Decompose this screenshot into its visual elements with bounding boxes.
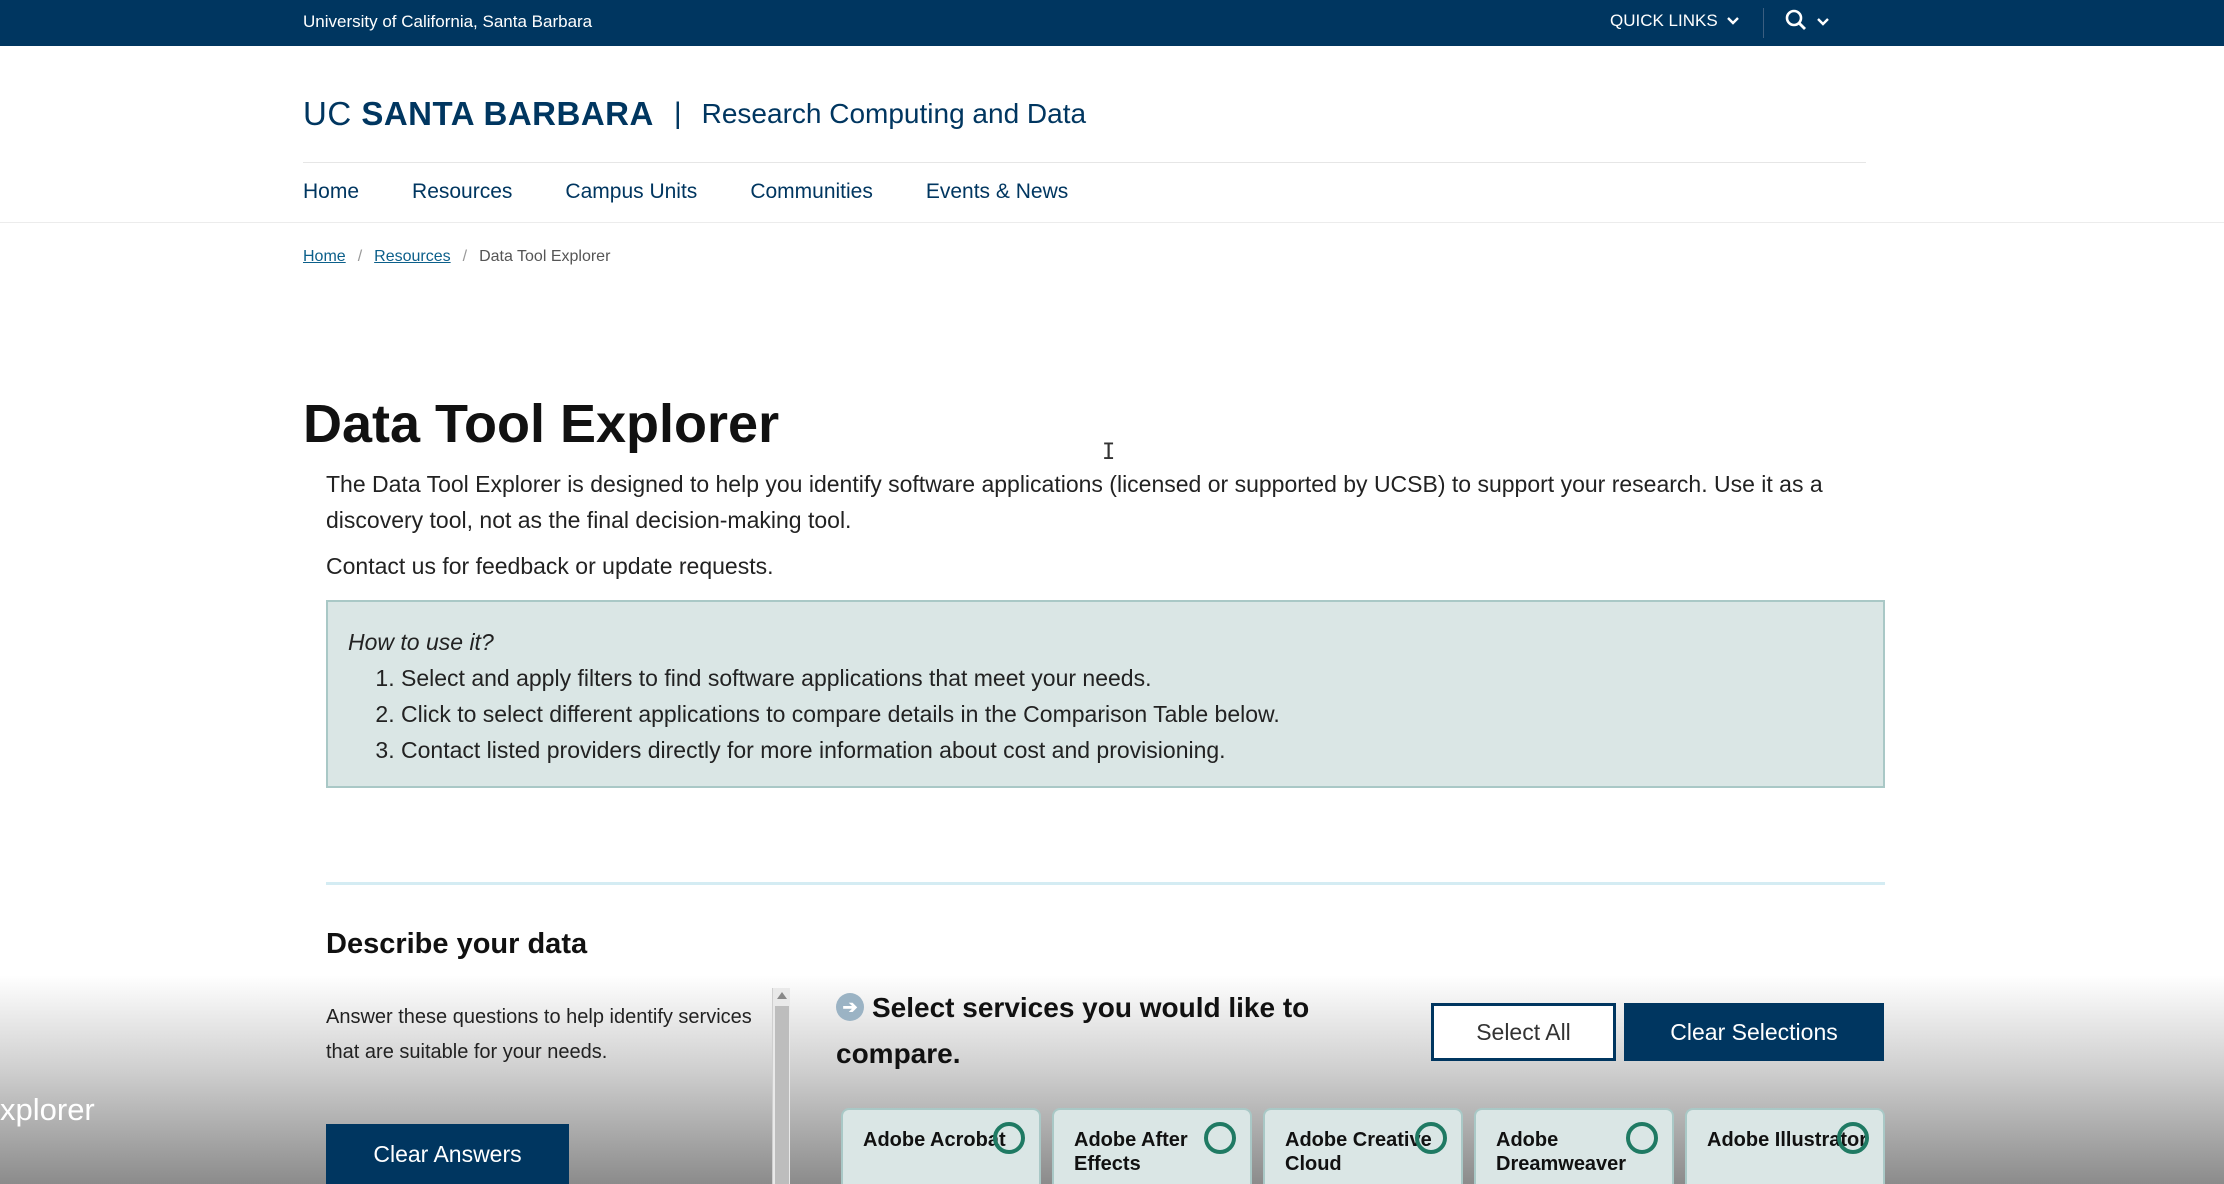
section-divider bbox=[326, 882, 1885, 885]
nav-item-campus-units[interactable]: Campus Units bbox=[565, 180, 697, 204]
service-card-adobe-after-effects[interactable]: Adobe After Effects bbox=[1052, 1108, 1252, 1184]
university-label: University of California, Santa Barbara bbox=[303, 12, 593, 31]
breadcrumb-separator: / bbox=[357, 248, 363, 265]
search-icon bbox=[1784, 8, 1808, 37]
breadcrumb-separator: / bbox=[462, 248, 468, 265]
nav-divider bbox=[0, 222, 2224, 223]
how-to-box: How to use it? Select and apply filters … bbox=[326, 600, 1885, 788]
topbar-divider bbox=[1763, 8, 1764, 38]
breadcrumb-home[interactable]: Home bbox=[303, 248, 346, 266]
nav-item-events-news[interactable]: Events & News bbox=[926, 180, 1068, 204]
quick-links-dropdown[interactable]: QUICK LINKS bbox=[1610, 11, 1740, 31]
nav-item-resources[interactable]: Resources bbox=[412, 180, 512, 204]
select-circle-icon bbox=[1415, 1122, 1447, 1154]
scroll-up-icon[interactable] bbox=[777, 992, 787, 999]
breadcrumb-current: Data Tool Explorer bbox=[479, 248, 611, 265]
chevron-down-icon bbox=[1816, 14, 1830, 32]
service-card-adobe-dreamweaver[interactable]: Adobe Dreamweaver bbox=[1474, 1108, 1674, 1184]
intro-text: The Data Tool Explorer is designed to he… bbox=[326, 471, 1823, 533]
describe-data-heading: Describe your data bbox=[326, 928, 588, 960]
main-nav: Home Resources Campus Units Communities … bbox=[303, 180, 1068, 204]
header-divider bbox=[303, 162, 1866, 163]
list-item: Click to select different applications t… bbox=[401, 696, 1863, 732]
service-card-adobe-acrobat[interactable]: Adobe Acrobat bbox=[841, 1108, 1041, 1184]
page-title: Data Tool Explorer bbox=[303, 394, 780, 454]
service-card-label: Adobe Creative Cloud bbox=[1285, 1129, 1432, 1175]
contact-text: Contact us for feedback or update reques… bbox=[326, 553, 774, 579]
select-circle-icon bbox=[993, 1122, 1025, 1154]
ucsb-wordmark: UC SANTA BARBARA bbox=[303, 95, 654, 132]
service-card-label: Adobe Dreamweaver bbox=[1496, 1129, 1627, 1175]
top-bar: University of California, Santa Barbara … bbox=[0, 0, 2224, 46]
search-toggle[interactable] bbox=[1784, 8, 1830, 37]
select-all-button[interactable]: Select All bbox=[1431, 1003, 1616, 1061]
select-circle-icon bbox=[1204, 1122, 1236, 1154]
nav-item-home[interactable]: Home bbox=[303, 180, 359, 204]
clear-selections-button[interactable]: Clear Selections bbox=[1624, 1003, 1884, 1061]
select-circle-icon bbox=[1626, 1122, 1658, 1154]
clear-answers-button[interactable]: Clear Answers bbox=[326, 1124, 569, 1184]
brand-separator: | bbox=[673, 97, 682, 130]
nav-item-communities[interactable]: Communities bbox=[750, 180, 873, 204]
unit-name: Research Computing and Data bbox=[701, 98, 1087, 129]
list-item: Contact listed providers directly for mo… bbox=[401, 732, 1863, 768]
questions-scrollbar[interactable] bbox=[772, 988, 790, 1184]
text-cursor-icon: I bbox=[1102, 440, 1116, 465]
service-card-label: Adobe Acrobat bbox=[863, 1129, 1006, 1151]
arrow-right-icon: ➔ bbox=[836, 993, 864, 1021]
select-circle-icon bbox=[1837, 1122, 1869, 1154]
quick-links-label: QUICK LINKS bbox=[1610, 11, 1718, 30]
how-to-steps: Select and apply filters to find softwar… bbox=[401, 660, 1863, 768]
breadcrumb-resources[interactable]: Resources bbox=[374, 248, 450, 266]
describe-help-text: Answer these questions to help identify … bbox=[326, 1006, 752, 1063]
service-card-adobe-creative-cloud[interactable]: Adobe Creative Cloud bbox=[1263, 1108, 1463, 1184]
site-brand[interactable]: UC SANTA BARBARA | Research Computing an… bbox=[303, 95, 1086, 133]
video-caption: xplorer bbox=[0, 1092, 95, 1127]
list-item: Select and apply filters to find softwar… bbox=[401, 660, 1863, 696]
scroll-thumb[interactable] bbox=[775, 1006, 789, 1184]
select-services-heading: ➔ Select services you would like to compa… bbox=[836, 992, 1310, 1069]
breadcrumb: Home / Resources / Data Tool Explorer bbox=[303, 248, 610, 266]
how-to-question: How to use it? bbox=[348, 629, 494, 655]
service-card-label: Adobe After Effects bbox=[1074, 1129, 1188, 1175]
chevron-down-icon bbox=[1726, 11, 1740, 31]
service-card-adobe-illustrator[interactable]: Adobe Illustrator bbox=[1685, 1108, 1885, 1184]
